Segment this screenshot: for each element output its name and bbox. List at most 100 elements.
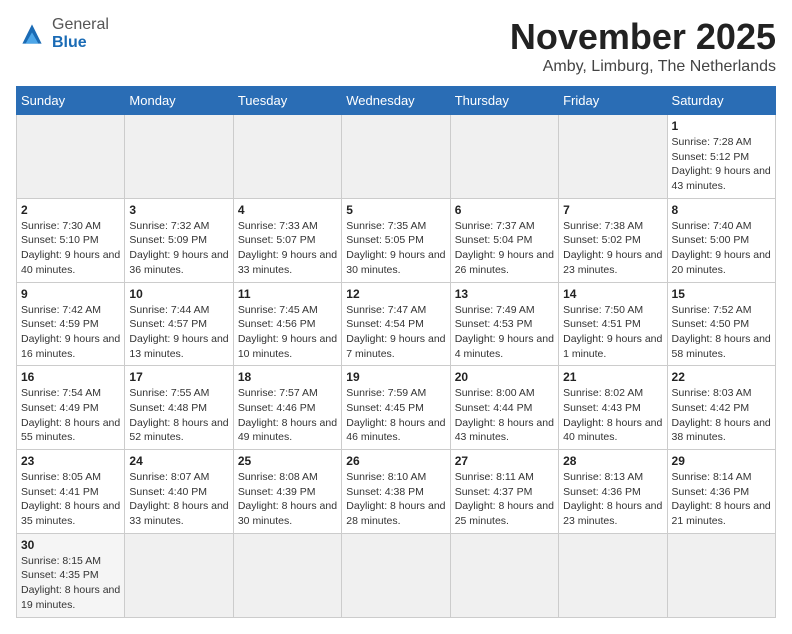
day-info: Sunrise: 7:33 AM Sunset: 5:07 PM Dayligh… <box>238 219 337 278</box>
calendar-cell: 10Sunrise: 7:44 AM Sunset: 4:57 PM Dayli… <box>125 282 233 366</box>
day-number: 26 <box>346 454 445 468</box>
calendar-cell: 30 Sunrise: 8:15 AM Sunset: 4:35 PM Dayli… <box>17 533 125 617</box>
calendar-cell: 6 Sunrise: 7:37 AM Sunset: 5:04 PM Daylig… <box>450 198 558 282</box>
day-number: 25 <box>238 454 337 468</box>
calendar-week-row: 2Sunrise: 7:30 AM Sunset: 5:10 PM Daylig… <box>17 198 776 282</box>
day-number: 12 <box>346 287 445 301</box>
day-number: 18 <box>238 370 337 384</box>
day-number: 1 <box>672 119 771 133</box>
calendar-cell: 26Sunrise: 8:10 AM Sunset: 4:38 PM Dayli… <box>342 450 450 534</box>
calendar-cell: 9 Sunrise: 7:42 AM Sunset: 4:59 PM Daylig… <box>17 282 125 366</box>
calendar-cell: 11Sunrise: 7:45 AM Sunset: 4:56 PM Dayli… <box>233 282 341 366</box>
day-info: Sunrise: 7:38 AM Sunset: 5:02 PM Dayligh… <box>563 219 662 278</box>
logo-blue: Blue <box>52 34 109 52</box>
day-number: 11 <box>238 287 337 301</box>
calendar-cell <box>125 533 233 617</box>
day-info: Sunrise: 8:15 AM Sunset: 4:35 PM Dayligh… <box>21 554 120 613</box>
day-number: 24 <box>129 454 228 468</box>
logo-general: General <box>52 16 109 34</box>
day-info: Sunrise: 7:32 AM Sunset: 5:09 PM Dayligh… <box>129 219 228 278</box>
calendar-cell: 29 Sunrise: 8:14 AM Sunset: 4:36 PM Dayli… <box>667 450 775 534</box>
calendar-cell <box>17 115 125 199</box>
day-info: Sunrise: 7:52 AM Sunset: 4:50 PM Dayligh… <box>672 303 771 362</box>
day-number: 5 <box>346 203 445 217</box>
day-info: Sunrise: 8:05 AM Sunset: 4:41 PM Dayligh… <box>21 470 120 529</box>
weekday-header-monday: Monday <box>125 87 233 115</box>
day-info: Sunrise: 7:49 AM Sunset: 4:53 PM Dayligh… <box>455 303 554 362</box>
day-number: 15 <box>672 287 771 301</box>
calendar-cell: 8 Sunrise: 7:40 AM Sunset: 5:00 PM Daylig… <box>667 198 775 282</box>
calendar-cell: 15 Sunrise: 7:52 AM Sunset: 4:50 PM Dayli… <box>667 282 775 366</box>
day-info: Sunrise: 7:30 AM Sunset: 5:10 PM Dayligh… <box>21 219 120 278</box>
day-info: Sunrise: 8:07 AM Sunset: 4:40 PM Dayligh… <box>129 470 228 529</box>
day-info: Sunrise: 7:28 AM Sunset: 5:12 PM Dayligh… <box>672 135 771 194</box>
calendar-cell: 18Sunrise: 7:57 AM Sunset: 4:46 PM Dayli… <box>233 366 341 450</box>
day-info: Sunrise: 7:47 AM Sunset: 4:54 PM Dayligh… <box>346 303 445 362</box>
day-info: Sunrise: 7:42 AM Sunset: 4:59 PM Dayligh… <box>21 303 120 362</box>
day-info: Sunrise: 8:03 AM Sunset: 4:42 PM Dayligh… <box>672 386 771 445</box>
calendar-cell <box>125 115 233 199</box>
calendar-cell <box>559 115 667 199</box>
calendar-week-row: 30 Sunrise: 8:15 AM Sunset: 4:35 PM Dayli… <box>17 533 776 617</box>
day-number: 9 <box>21 287 120 301</box>
calendar-cell: 17 Sunrise: 7:55 AM Sunset: 4:48 PM Dayli… <box>125 366 233 450</box>
calendar-cell: 16Sunrise: 7:54 AM Sunset: 4:49 PM Dayli… <box>17 366 125 450</box>
calendar-cell: 3 Sunrise: 7:32 AM Sunset: 5:09 PM Daylig… <box>125 198 233 282</box>
day-info: Sunrise: 7:59 AM Sunset: 4:45 PM Dayligh… <box>346 386 445 445</box>
calendar-cell <box>450 115 558 199</box>
calendar-week-row: 9 Sunrise: 7:42 AM Sunset: 4:59 PM Daylig… <box>17 282 776 366</box>
calendar-cell: 19Sunrise: 7:59 AM Sunset: 4:45 PM Dayli… <box>342 366 450 450</box>
calendar-cell: 21 Sunrise: 8:02 AM Sunset: 4:43 PM Dayli… <box>559 366 667 450</box>
page-header: General Blue November 2025 Amby, Limburg… <box>16 16 776 76</box>
day-number: 28 <box>563 454 662 468</box>
weekday-header-friday: Friday <box>559 87 667 115</box>
weekday-header-saturday: Saturday <box>667 87 775 115</box>
calendar-week-row: 16Sunrise: 7:54 AM Sunset: 4:49 PM Dayli… <box>17 366 776 450</box>
day-number: 13 <box>455 287 554 301</box>
calendar-cell: 24 Sunrise: 8:07 AM Sunset: 4:40 PM Dayli… <box>125 450 233 534</box>
weekday-header-row: SundayMondayTuesdayWednesdayThursdayFrid… <box>17 87 776 115</box>
calendar-cell: 20Sunrise: 8:00 AM Sunset: 4:44 PM Dayli… <box>450 366 558 450</box>
day-number: 30 <box>21 538 120 552</box>
calendar-cell <box>233 533 341 617</box>
day-info: Sunrise: 7:35 AM Sunset: 5:05 PM Dayligh… <box>346 219 445 278</box>
calendar-cell <box>233 115 341 199</box>
day-info: Sunrise: 8:14 AM Sunset: 4:36 PM Dayligh… <box>672 470 771 529</box>
calendar-cell: 22 Sunrise: 8:03 AM Sunset: 4:42 PM Dayli… <box>667 366 775 450</box>
logo: General Blue <box>16 16 109 51</box>
day-info: Sunrise: 7:37 AM Sunset: 5:04 PM Dayligh… <box>455 219 554 278</box>
day-number: 29 <box>672 454 771 468</box>
day-number: 22 <box>672 370 771 384</box>
day-info: Sunrise: 8:11 AM Sunset: 4:37 PM Dayligh… <box>455 470 554 529</box>
day-info: Sunrise: 8:08 AM Sunset: 4:39 PM Dayligh… <box>238 470 337 529</box>
calendar-cell: 1 Sunrise: 7:28 AM Sunset: 5:12 PM Daylig… <box>667 115 775 199</box>
weekday-header-wednesday: Wednesday <box>342 87 450 115</box>
day-number: 7 <box>563 203 662 217</box>
day-number: 16 <box>21 370 120 384</box>
day-number: 17 <box>129 370 228 384</box>
day-number: 8 <box>672 203 771 217</box>
calendar-cell: 23 Sunrise: 8:05 AM Sunset: 4:41 PM Dayli… <box>17 450 125 534</box>
day-info: Sunrise: 8:13 AM Sunset: 4:36 PM Dayligh… <box>563 470 662 529</box>
day-number: 21 <box>563 370 662 384</box>
day-info: Sunrise: 8:02 AM Sunset: 4:43 PM Dayligh… <box>563 386 662 445</box>
day-number: 23 <box>21 454 120 468</box>
calendar-cell: 7 Sunrise: 7:38 AM Sunset: 5:02 PM Daylig… <box>559 198 667 282</box>
weekday-header-thursday: Thursday <box>450 87 558 115</box>
calendar-cell: 2Sunrise: 7:30 AM Sunset: 5:10 PM Daylig… <box>17 198 125 282</box>
calendar-week-row: 1 Sunrise: 7:28 AM Sunset: 5:12 PM Daylig… <box>17 115 776 199</box>
day-info: Sunrise: 7:40 AM Sunset: 5:00 PM Dayligh… <box>672 219 771 278</box>
day-number: 4 <box>238 203 337 217</box>
logo-text: General Blue <box>52 16 109 51</box>
day-number: 3 <box>129 203 228 217</box>
calendar-table: SundayMondayTuesdayWednesdayThursdayFrid… <box>16 86 776 618</box>
location: Amby, Limburg, The Netherlands <box>510 58 776 76</box>
calendar-cell <box>342 533 450 617</box>
title-block: November 2025 Amby, Limburg, The Netherl… <box>510 16 776 76</box>
day-info: Sunrise: 7:55 AM Sunset: 4:48 PM Dayligh… <box>129 386 228 445</box>
calendar-cell: 4 Sunrise: 7:33 AM Sunset: 5:07 PM Daylig… <box>233 198 341 282</box>
day-number: 27 <box>455 454 554 468</box>
day-info: Sunrise: 7:44 AM Sunset: 4:57 PM Dayligh… <box>129 303 228 362</box>
day-number: 6 <box>455 203 554 217</box>
calendar-cell: 28 Sunrise: 8:13 AM Sunset: 4:36 PM Dayli… <box>559 450 667 534</box>
